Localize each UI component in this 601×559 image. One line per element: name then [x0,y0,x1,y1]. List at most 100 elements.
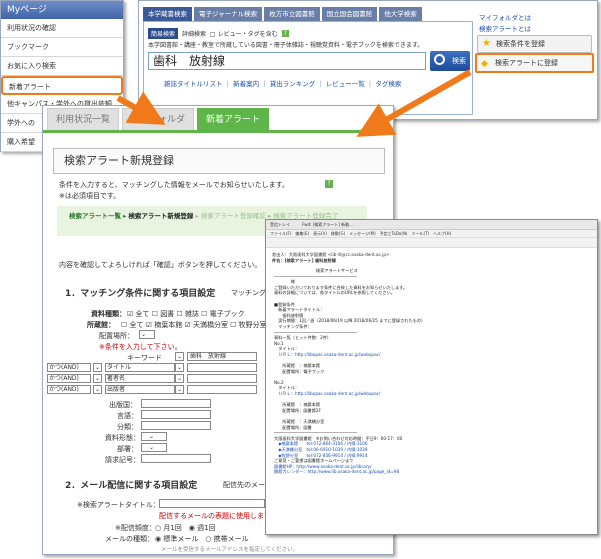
holding-label: 所蔵館： [87,321,115,329]
search-input[interactable]: 歯科 放射線 [148,52,426,70]
mail-body-line[interactable]: 開館カレンダー：http://www.lib.osaka-dent.ac.jp/… [274,469,592,475]
review-checkbox[interactable]: □ レビュー・タグを含む [210,29,278,38]
mail-menubar[interactable]: ファイル(F) 編集(E) 表示(V) 移動(G) メッセージ(M) 予定とTo… [266,230,597,238]
search-button[interactable]: 検索 [430,51,470,71]
mail-note: メールを受信するメールアドレスを指定してください。 [161,547,299,553]
main-tabs: 利用状況一覧 マイフォルダ 新着アラート [47,108,270,130]
section-matching-title: 1．マッチング条件に関する項目設定 [65,289,216,299]
operator-arrow-3[interactable]: ⌄ [93,385,102,394]
alert-icon: ◆ [481,59,488,69]
alert-title-note: 配信するメールの表題に使用します。 [159,512,278,520]
callno-input[interactable] [141,454,211,463]
search-window: 本学蔵書検索 電子ジャーナル検索 枚方市立図書館 国立国会図書館 他大学検索 簡… [138,0,598,120]
search-links[interactable]: 雑誌タイトルリスト ｜ 新着案内 ｜ 貸出ランキング ｜ レビュー一覧 ｜ タグ… [164,78,401,88]
myfolder-help-link[interactable]: マイフォルダとは [479,13,531,24]
save-search-label: 検索条件を登録 [496,40,545,48]
star-icon: ★ [482,38,491,49]
country-label: 出版国： [109,401,137,409]
author-input[interactable] [187,374,257,383]
mypage-title: Myページ [1,1,123,19]
language-label: 言語： [117,412,138,420]
search-button-label: 検索 [452,57,466,65]
tab-hirakata-library[interactable]: 枚方市立図書館 [264,7,320,21]
field-arrow-title[interactable]: ⌄ [175,363,184,372]
location-select[interactable]: ⌄ [139,330,155,339]
tab-new-alert[interactable]: 新着アラート [197,108,270,130]
help-icon[interactable]: ? [281,30,289,37]
class-label: 分類： [117,423,138,431]
menu-item-favorite-search[interactable]: お気に入り検索 [1,57,123,76]
search-tabs: 本学蔵書検索 電子ジャーナル検索 枚方市立図書館 国立国会図書館 他大学検索 [143,7,422,21]
mail-titlebar: 受信トレイ Fwd: [検索アラート] 新着... [266,220,597,230]
location-label: 配置場所： [99,332,134,340]
tab-my-folder[interactable]: マイフォルダ [122,108,195,130]
country-input[interactable] [141,399,211,408]
confirm-text: 内容を確認してよろしければ「確認」ボタンを押してください。 [59,261,262,269]
save-search-button[interactable]: ★ 検索条件を登録 [477,35,592,53]
field-select-author[interactable]: 著者名 [105,374,175,383]
intro-text: 条件を入力すると、マッチングした情報をメールでお知らせいたします。 [59,181,289,189]
tab-usage-list[interactable]: 利用状況一覧 [47,108,120,130]
tab-underline [43,130,393,133]
frequency-label: ※配信頻度： [115,524,156,532]
material-label: 資料種類： [91,310,126,318]
step-2: 検索アラート新規登録 [128,212,194,220]
row-field-select[interactable]: ⌄ [175,352,184,361]
form-select[interactable]: ⌄ [141,432,167,441]
operator-select-2[interactable]: かつ(AND) [47,374,91,383]
alert-title-label: ※検索アラートタイトル： [77,501,160,509]
help-icon[interactable]: ? [325,180,333,188]
operator-arrow-1[interactable]: ⌄ [93,363,102,372]
menu-item-bookmark[interactable]: ブックマーク [1,38,123,57]
operator-select-1[interactable]: かつ(AND) [47,363,91,372]
tab-other-university[interactable]: 他大学検索 [379,7,422,21]
menu-item-usage[interactable]: 利用状況の確認 [1,19,123,38]
tab-ejournal[interactable]: 電子ジャーナル検索 [194,7,263,21]
operator-arrow-2[interactable]: ⌄ [93,374,102,383]
department-label: 部署： [117,445,138,453]
field-select-publisher[interactable]: 出版者 [105,385,175,394]
form-label: 資料形態： [105,434,140,442]
step-1: 検索アラート一覧 [69,212,121,220]
alert-title-input[interactable] [159,499,265,508]
register-alert-button[interactable]: ◆ 検索アラートに登録 [475,53,594,73]
mail-toolbar[interactable] [266,238,597,248]
material-options[interactable]: ☑ 全て ☐ 図書 ☐ 雑誌 ☐ 電子ブック [127,309,245,319]
required-note: ※は必須項目です。 [59,192,121,200]
search-icon [434,54,445,65]
tab-ndl[interactable]: 国立国会図書館 [321,7,378,21]
register-alert-label: 検索アラートに登録 [495,59,558,67]
simple-search-tab[interactable]: 簡易検索 [148,28,179,39]
menu-item-new-alert[interactable]: 新着アラート [1,76,123,95]
alert-help-link[interactable]: 検索アラートとは [479,24,531,35]
department-select[interactable]: ⌄ [141,443,167,452]
field-arrow-author[interactable]: ⌄ [175,374,184,383]
keyword-input[interactable]: 歯科 放射線 [187,352,257,361]
title-input[interactable] [187,363,257,372]
publisher-input[interactable] [187,385,257,394]
search-options: 簡易検索 詳細検索 □ レビュー・タグを含む ? [148,28,289,39]
detail-search-tab[interactable]: 詳細検索 [182,29,206,38]
mail-subject: 件名：[検索アラート] 歯科放射線 [272,258,336,263]
step-3: 検索アラート登録確認 [200,212,266,220]
tab-local-catalog[interactable]: 本学蔵書検索 [143,7,192,21]
callno-label: 請求記号： [105,456,140,464]
field-select-title[interactable]: タイトル [105,363,175,372]
frequency-options[interactable]: ○ 月1回 ◉ 週1回 [155,523,216,533]
mail-body: 検索アラートサービス ──────────────────────────────… [274,268,592,475]
row-field-keyword: キーワード [127,354,162,362]
field-arrow-publisher[interactable]: ⌄ [175,385,184,394]
search-description: 本学図書館・講座・教室で所蔵している図書・冊子体雑誌・視聴覚資料・電子ブックを検… [148,42,424,49]
mailtype-label: メールの種類： [105,535,154,543]
must-input-note: ※条件を入力して下さい。 [99,343,182,351]
class-input[interactable] [141,421,211,430]
page-title: 検索アラート新規登録 [53,148,385,174]
section-mail-title: 2．メール配信に関する項目設定 [65,481,198,491]
language-input[interactable] [141,410,211,419]
search-panel: 簡易検索 詳細検索 □ レビュー・タグを含む ? 本学図書館・講座・教室で所蔵し… [143,21,473,115]
operator-select-3[interactable]: かつ(AND) [47,385,91,394]
mailtype-options[interactable]: ◉ 標準メール ○ 携帯メール [155,534,249,544]
help-links: マイフォルダとは 検索アラートとは [479,13,531,35]
mail-window: 受信トレイ Fwd: [検索アラート] 新着... ファイル(F) 編集(E) … [265,219,598,535]
holding-options[interactable]: ☐ 全て ☑ 楠葉本館 ☑ 天満橋分室 ☐ 牧野分室 [121,320,267,330]
